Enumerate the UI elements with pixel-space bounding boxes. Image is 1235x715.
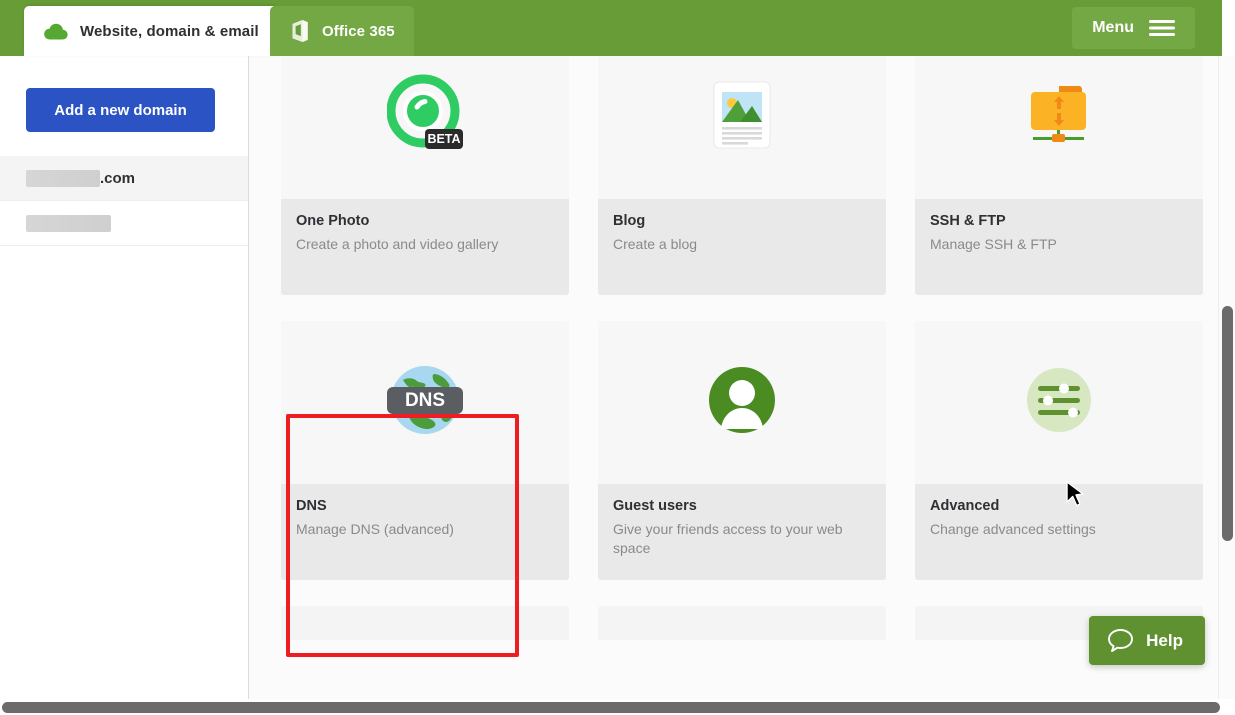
svg-text:DNS: DNS — [405, 390, 445, 411]
app-window: Website, domain & email Office 365 Menu — [0, 0, 1235, 715]
card-dns[interactable]: DNS DNS Manage DNS (advanced) — [281, 321, 569, 580]
card-footer: Advanced Change advanced settings — [915, 484, 1203, 580]
card-stub-bottom[interactable] — [281, 606, 569, 640]
help-button[interactable]: Help — [1089, 616, 1205, 665]
horizontal-scrollbar-thumb[interactable] — [2, 702, 1220, 713]
add-new-domain-button[interactable]: Add a new domain — [26, 88, 215, 132]
tab-label: Website, domain & email — [80, 22, 259, 40]
card-stub-bottom[interactable] — [598, 606, 886, 640]
card-footer: DNS Manage DNS (advanced) — [281, 484, 569, 580]
card-description: Give your friends access to your web spa… — [613, 521, 843, 556]
card-media — [598, 321, 886, 484]
card-description: Manage SSH & FTP — [930, 236, 1057, 252]
card-title: Blog — [613, 213, 646, 229]
guest-users-icon — [708, 366, 776, 439]
card-media — [915, 56, 1203, 199]
card-footer: One Photo Create a photo and video galle… — [281, 199, 569, 295]
dns-globe-icon: DNS — [387, 360, 463, 445]
card-media: DNS — [281, 321, 569, 484]
menu-button[interactable]: Menu — [1072, 7, 1195, 49]
sidebar: Add a new domain .com — [0, 56, 249, 699]
card-description: Create a blog — [613, 236, 698, 252]
redacted-domain-name — [26, 214, 111, 232]
advanced-settings-icon — [1026, 367, 1092, 438]
domain-tld: .com — [100, 169, 136, 187]
card-description: Manage DNS (advanced) — [296, 521, 454, 537]
office-365-icon — [289, 19, 311, 43]
card-title: SSH & FTP — [930, 213, 1006, 229]
service-card-grid: BETA One Photo Create a photo and video … — [249, 56, 1204, 640]
domain-list: .com — [0, 156, 248, 246]
tab-label: Office 365 — [322, 22, 395, 40]
card-description: Create a photo and video gallery — [296, 236, 499, 252]
card-title: One Photo — [296, 213, 370, 229]
card-media — [598, 56, 886, 199]
card-media — [915, 321, 1203, 484]
main-content-area: BETA One Photo Create a photo and video … — [249, 56, 1222, 699]
top-header-bar: Website, domain & email Office 365 Menu — [0, 0, 1222, 56]
ssh-ftp-icon — [1023, 82, 1095, 153]
tab-website-domain-email[interactable]: Website, domain & email — [24, 6, 278, 56]
card-title: Guest users — [613, 498, 697, 514]
cloud-icon — [43, 21, 69, 41]
sidebar-item-domain-2[interactable] — [0, 201, 248, 246]
card-footer: SSH & FTP Manage SSH & FTP — [915, 199, 1203, 295]
help-button-label: Help — [1146, 630, 1183, 650]
header-right-gutter — [1222, 0, 1235, 56]
card-guest-users[interactable]: Guest users Give your friends access to … — [598, 321, 886, 580]
svg-text:BETA: BETA — [427, 132, 460, 146]
card-advanced[interactable]: Advanced Change advanced settings — [915, 321, 1203, 580]
card-blog[interactable]: Blog Create a blog — [598, 56, 886, 295]
card-title: Advanced — [930, 498, 1000, 514]
card-one-photo[interactable]: BETA One Photo Create a photo and video … — [281, 56, 569, 295]
card-media: BETA — [281, 56, 569, 199]
card-title: DNS — [296, 498, 327, 514]
card-ssh-ftp[interactable]: SSH & FTP Manage SSH & FTP — [915, 56, 1203, 295]
vertical-scrollbar-thumb[interactable] — [1222, 306, 1233, 541]
tab-office-365[interactable]: Office 365 — [270, 6, 414, 56]
sidebar-item-domain-1[interactable]: .com — [0, 156, 248, 201]
card-footer: Blog Create a blog — [598, 199, 886, 295]
card-description: Change advanced settings — [930, 521, 1096, 537]
menu-button-label: Menu — [1092, 19, 1134, 36]
blog-icon — [711, 80, 773, 155]
redacted-domain-name — [26, 169, 100, 187]
card-footer: Guest users Give your friends access to … — [598, 484, 886, 580]
vertical-scrollbar-track[interactable] — [1218, 56, 1235, 699]
hamburger-icon — [1149, 19, 1175, 37]
speech-bubble-icon — [1107, 628, 1134, 653]
one-photo-icon: BETA — [386, 73, 463, 162]
horizontal-scrollbar-track[interactable] — [0, 699, 1235, 715]
